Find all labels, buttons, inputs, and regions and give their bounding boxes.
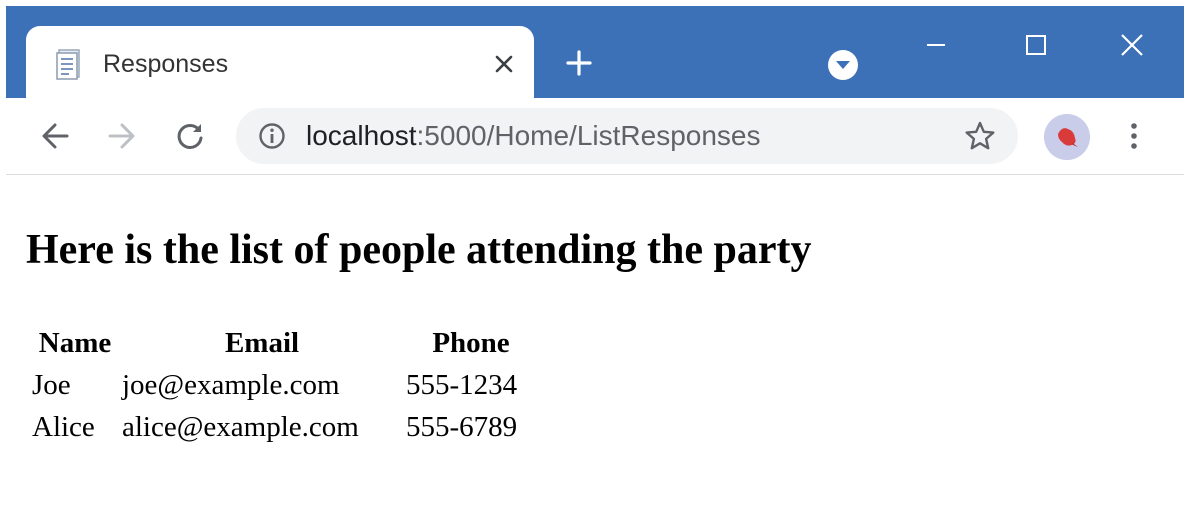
cell-email: joe@example.com (122, 369, 340, 401)
browser-window: Responses localhost:5000/Home/ListRespon… (6, 6, 1184, 508)
forward-button[interactable] (100, 114, 144, 158)
tab-title: Responses (103, 50, 229, 78)
new-tab-button[interactable] (558, 42, 600, 84)
table-header-row: Name Email Phone (32, 327, 536, 369)
plus-icon (566, 50, 592, 76)
document-icon (56, 49, 80, 80)
close-icon (495, 55, 513, 73)
back-arrow-icon (42, 123, 69, 149)
active-tab[interactable]: Responses (26, 26, 534, 100)
star-icon[interactable] (964, 120, 996, 152)
url-text[interactable]: localhost:5000/Home/ListResponses (306, 118, 761, 154)
responses-table: Name Email Phone Joe joe@example.com 555… (28, 327, 540, 453)
chevron-down-icon (836, 61, 850, 69)
navigation-toolbar: localhost:5000/Home/ListResponses (6, 98, 1184, 175)
maximize-icon (1026, 35, 1046, 55)
cell-name: Alice (32, 411, 95, 443)
window-close-button[interactable] (1102, 20, 1162, 70)
maximize-button[interactable] (1006, 20, 1066, 70)
address-bar[interactable]: localhost:5000/Home/ListResponses (236, 108, 1018, 164)
forward-arrow-icon (108, 123, 135, 149)
table-row: Joe joe@example.com 555-1234 (32, 369, 536, 411)
url-host: localhost (306, 120, 417, 151)
title-bar: Responses (6, 6, 1184, 100)
column-header-name: Name (38, 327, 112, 359)
more-vert-icon (1131, 123, 1137, 149)
close-tab-button[interactable] (486, 46, 522, 82)
url-path: :5000/Home/ListResponses (416, 120, 761, 151)
minimize-button[interactable] (906, 20, 966, 70)
reload-button[interactable] (168, 114, 212, 158)
cell-email: alice@example.com (122, 411, 359, 443)
info-icon[interactable] (258, 122, 286, 150)
cell-name: Joe (32, 369, 71, 401)
table-row: Alice alice@example.com 555-6789 (32, 411, 536, 453)
avatar-icon (1044, 114, 1090, 160)
tab-search-button[interactable] (828, 50, 858, 80)
menu-button[interactable] (1112, 114, 1156, 158)
minimize-icon (927, 44, 945, 46)
profile-avatar[interactable] (1044, 114, 1090, 160)
page-heading: Here is the list of people attending the… (26, 227, 812, 273)
back-button[interactable] (33, 114, 77, 158)
page-content: Here is the list of people attending the… (6, 175, 1184, 508)
column-header-email: Email (224, 327, 300, 359)
column-header-phone: Phone (432, 327, 510, 359)
reload-icon (177, 123, 203, 149)
window-close-icon (1121, 34, 1143, 56)
cell-phone: 555-6789 (406, 411, 518, 443)
cell-phone: 555-1234 (406, 369, 518, 401)
